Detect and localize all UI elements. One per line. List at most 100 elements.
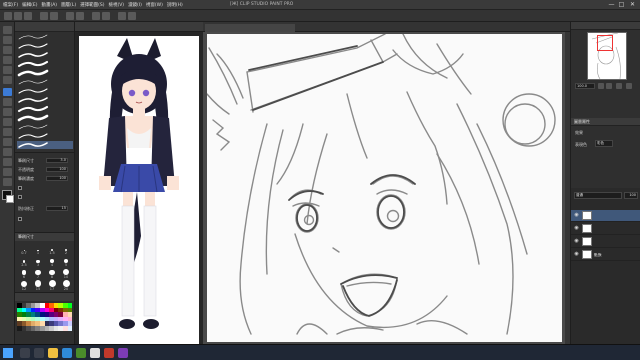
save-icon[interactable] (24, 12, 32, 20)
clip-studio-taskbar-icon[interactable] (90, 348, 100, 358)
figure-tool-icon[interactable] (3, 178, 12, 186)
layer-row[interactable]: ◉ (571, 223, 640, 235)
move-tool-icon[interactable] (3, 36, 12, 44)
sub-color-swatch[interactable] (6, 195, 14, 203)
windows-start-icon[interactable] (3, 348, 13, 358)
menu-help[interactable]: 說明(H) (167, 2, 183, 8)
fit-view-icon[interactable] (616, 83, 622, 89)
brush-size-preset[interactable]: 2 (60, 243, 72, 255)
option-row-3[interactable] (18, 215, 72, 222)
visibility-eye-icon[interactable]: ◉ (573, 225, 580, 232)
menu-view[interactable]: 檢視(V) (108, 2, 124, 8)
visibility-eye-icon[interactable]: ◉ (573, 212, 580, 219)
stabilization-row[interactable]: 防抖修正 15 (18, 205, 72, 212)
subtool-brush-item[interactable] (17, 132, 73, 140)
snap-icon[interactable] (128, 12, 136, 20)
subtool-brush-item[interactable] (17, 33, 73, 41)
color-swatch[interactable] (67, 325, 73, 331)
decoration-tool-icon[interactable] (3, 128, 12, 136)
subtool-brush-item[interactable] (17, 105, 73, 113)
drawing-canvas[interactable] (206, 33, 562, 342)
file-explorer-icon[interactable] (48, 348, 58, 358)
layer-opacity-value[interactable]: 100 (624, 192, 638, 199)
rotate-icon[interactable] (626, 83, 632, 89)
blend-mode-select[interactable]: 普通 (574, 192, 622, 199)
zoom-in-icon[interactable] (606, 83, 612, 89)
menu-filter[interactable]: 濾鏡(I) (128, 2, 142, 8)
eyedropper-tool-icon[interactable] (3, 76, 12, 84)
open-icon[interactable] (14, 12, 22, 20)
subtool-brush-item[interactable] (17, 60, 73, 68)
move-layer-tool-icon[interactable] (3, 56, 12, 64)
brush-size-preset[interactable]: 12 (18, 279, 30, 291)
option-row-2[interactable] (18, 193, 72, 200)
opacity-value[interactable]: 100 (46, 167, 68, 172)
fill-tool-icon[interactable] (3, 158, 12, 166)
density-row[interactable]: 筆刷濃度 100 (18, 175, 72, 182)
brush-size-preset[interactable]: 8 (46, 267, 58, 279)
brush-size-preset[interactable]: 5 (60, 255, 72, 267)
brush-size-preset[interactable]: 6 (18, 267, 30, 279)
brush-size-preset[interactable]: 15 (32, 279, 44, 291)
maximize-button[interactable]: □ (617, 1, 626, 9)
opacity-row[interactable]: 不透明度 100 (18, 166, 72, 173)
invert-selection-icon[interactable] (102, 12, 110, 20)
minimize-button[interactable]: — (607, 1, 616, 9)
app-icon[interactable] (104, 348, 114, 358)
brush-size-preset[interactable]: 3 (32, 255, 44, 267)
brush-size-preset[interactable]: 0.7 (18, 243, 30, 255)
stabilization-value[interactable]: 15 (46, 206, 68, 211)
app-icon[interactable] (118, 348, 128, 358)
brush-size-row[interactable]: 筆刷尺寸 3.0 (18, 157, 72, 164)
option-row-1[interactable] (18, 184, 72, 191)
zoom-out-icon[interactable] (598, 83, 604, 89)
canvas-tab[interactable] (205, 24, 295, 32)
menu-edit[interactable]: 編輯(E) (22, 2, 37, 8)
pencil-tool-icon[interactable] (3, 98, 12, 106)
menu-selection[interactable]: 選擇範圍(S) (80, 2, 104, 8)
subtool-brush-item[interactable] (17, 69, 73, 77)
search-icon[interactable] (20, 348, 30, 358)
selection-tool-icon[interactable] (3, 66, 12, 74)
new-icon[interactable] (4, 12, 12, 20)
airbrush-tool-icon[interactable] (3, 118, 12, 126)
browser-icon[interactable] (62, 348, 72, 358)
brush-size-preset[interactable]: 1.5 (46, 243, 58, 255)
visibility-eye-icon[interactable]: ◉ (573, 251, 580, 258)
gradient-tool-icon[interactable] (3, 168, 12, 176)
brush-size-preset[interactable]: 4 (46, 255, 58, 267)
task-view-icon[interactable] (34, 348, 44, 358)
transform-icon[interactable] (76, 12, 84, 20)
brush-size-preset[interactable]: 2.5 (18, 255, 30, 267)
brush-size-preset[interactable]: 1 (32, 243, 44, 255)
subtool-brush-item[interactable] (17, 51, 73, 59)
subtool-brush-item[interactable] (17, 42, 73, 50)
brush-size-preset[interactable]: 7 (32, 267, 44, 279)
density-value[interactable]: 100 (46, 176, 68, 181)
menu-animation[interactable]: 動畫(A) (41, 2, 57, 8)
close-button[interactable]: ✕ (628, 1, 637, 9)
menu-file[interactable]: 檔案(F) (3, 2, 18, 8)
subtool-brush-item[interactable] (17, 96, 73, 104)
brush-tool-icon[interactable] (3, 108, 12, 116)
zoom-tool-icon[interactable] (3, 26, 12, 34)
subtool-brush-item[interactable] (17, 123, 73, 131)
app-icon[interactable] (76, 348, 86, 358)
subtool-brush-item[interactable] (17, 114, 73, 122)
brush-size-preset[interactable]: 10 (60, 267, 72, 279)
option-checkbox[interactable] (18, 194, 22, 199)
blend-tool-icon[interactable] (3, 148, 12, 156)
layer-row[interactable]: ◉ (571, 236, 640, 248)
subtool-brush-item[interactable] (17, 141, 73, 149)
deselect-icon[interactable] (92, 12, 100, 20)
navigator-view-frame[interactable] (597, 35, 613, 51)
expression-select[interactable]: 彩色 (595, 140, 613, 147)
redo-icon[interactable] (50, 12, 58, 20)
layer-row[interactable]: ◉ 紙張 (571, 249, 640, 261)
pen-tool-icon[interactable] (3, 88, 12, 96)
menu-window[interactable]: 視窗(W) (146, 2, 163, 8)
eraser-tool-icon[interactable] (3, 138, 12, 146)
brush-size-preset[interactable]: 17 (46, 279, 58, 291)
subtool-brush-item[interactable] (17, 87, 73, 95)
operation-tool-icon[interactable] (3, 46, 12, 54)
